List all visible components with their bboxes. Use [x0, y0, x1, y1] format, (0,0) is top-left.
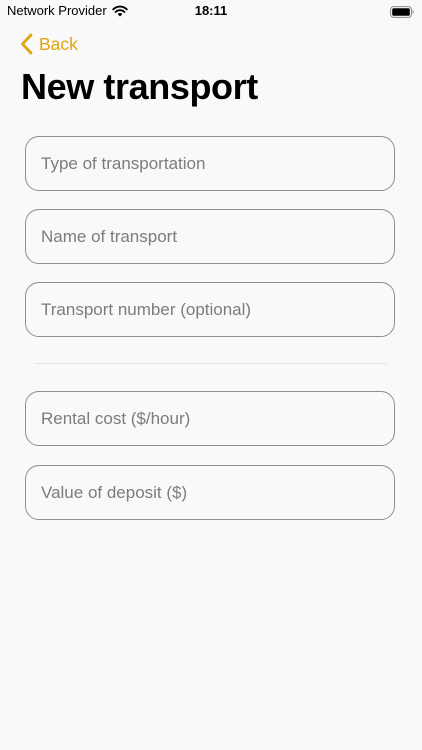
chevron-left-icon: [20, 33, 33, 55]
transport-number-input[interactable]: [41, 299, 394, 320]
rental-cost-input[interactable]: [41, 408, 394, 429]
wifi-icon: [112, 5, 128, 17]
deposit-value-field[interactable]: [25, 465, 395, 520]
transport-name-input[interactable]: [41, 226, 394, 247]
transport-type-field[interactable]: [25, 136, 395, 191]
carrier-label: Network Provider: [7, 3, 107, 18]
transport-type-input[interactable]: [41, 153, 394, 174]
back-button[interactable]: Back: [20, 31, 78, 57]
page-title: New transport: [21, 66, 258, 107]
rental-cost-field[interactable]: [25, 391, 395, 446]
carrier-info: Network Provider: [7, 3, 128, 18]
back-label: Back: [39, 33, 78, 54]
transport-name-field[interactable]: [25, 209, 395, 264]
status-bar: Network Provider 18:11: [0, 0, 422, 22]
battery-icon: [390, 5, 414, 18]
transport-number-field[interactable]: [25, 282, 395, 337]
status-time: 18:11: [194, 3, 228, 18]
section-divider: [35, 363, 387, 364]
deposit-value-input[interactable]: [41, 482, 394, 503]
